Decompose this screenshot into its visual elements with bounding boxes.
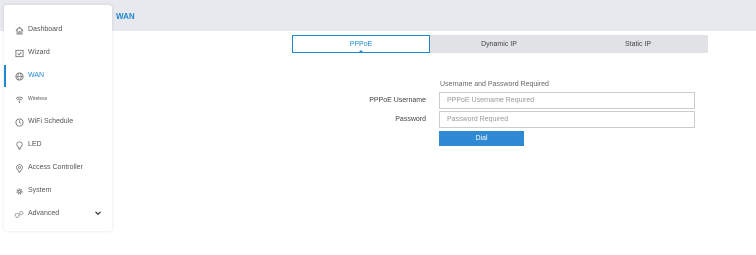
connection-type-tabs: PPPoE Dynamic IP Static IP [292, 35, 708, 53]
sidebar-item-label: LED [28, 141, 42, 148]
sidebar-item-wifi-schedule[interactable]: WiFi Schedule [4, 111, 112, 133]
tab-label: Dynamic IP [481, 40, 517, 48]
sidebar-item-access-controller[interactable]: Access Controller [4, 157, 112, 179]
password-label: Password [395, 116, 426, 123]
chevron-down-icon[interactable] [94, 209, 102, 217]
wizard-icon [14, 48, 24, 58]
gears-icon [14, 209, 24, 219]
bulb-icon [14, 140, 24, 150]
globe-icon [14, 71, 24, 81]
clock-icon [14, 117, 24, 127]
password-input[interactable] [439, 111, 695, 128]
username-label: PPPoE Username [369, 97, 426, 104]
sidebar-item-wan[interactable]: WAN [4, 65, 112, 87]
tab-dynamic-ip[interactable]: Dynamic IP [430, 35, 568, 53]
sidebar-item-system[interactable]: System [4, 180, 112, 202]
dial-button[interactable]: Dial [439, 131, 524, 146]
gear-icon [14, 186, 24, 196]
sidebar-item-led[interactable]: LED [4, 134, 112, 156]
top-bar [0, 0, 756, 31]
pppoe-username-input[interactable] [439, 92, 695, 109]
sidebar-item-wizard[interactable]: Wizard [4, 42, 112, 64]
sidebar-item-wireless[interactable]: Wireless [4, 88, 112, 110]
tab-static-ip[interactable]: Static IP [568, 35, 708, 53]
sidebar-item-label: System [28, 187, 52, 194]
home-icon [14, 25, 24, 35]
sidebar-item-label: Wireless [28, 96, 48, 102]
location-icon [14, 163, 24, 173]
sidebar-item-label: Advanced [28, 210, 60, 217]
sidebar-item-label: WiFi Schedule [28, 118, 74, 125]
sidebar-item-label: Wizard [28, 49, 50, 56]
sidebar-item-label: Dashboard [28, 26, 63, 33]
tab-pppoe[interactable]: PPPoE [292, 35, 430, 53]
sidebar-item-label: Access Controller [28, 164, 83, 171]
credentials-hint: Username and Password Required [440, 81, 549, 88]
tab-label: PPPoE [349, 40, 373, 48]
page-title: WAN [116, 12, 135, 21]
sidebar: Dashboard Wizard WAN Wireless WiFi Sched… [4, 5, 112, 231]
wifi-icon [14, 94, 24, 104]
sidebar-item-dashboard[interactable]: Dashboard [4, 19, 112, 41]
sidebar-item-label: WAN [28, 72, 45, 79]
tab-label: Static IP [624, 40, 652, 48]
sidebar-item-advanced[interactable]: Advanced [4, 203, 112, 225]
active-tab-caret [358, 50, 364, 53]
